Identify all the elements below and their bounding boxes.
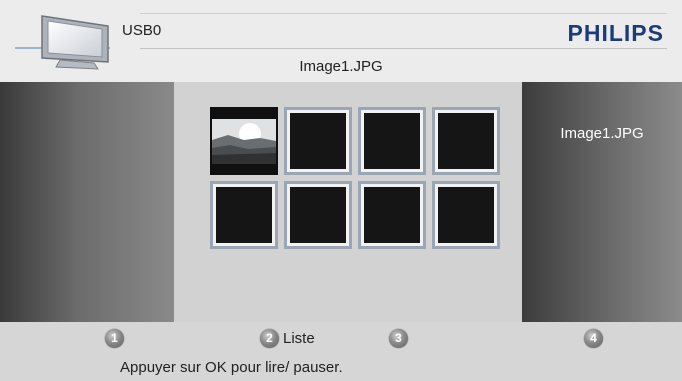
left-panel	[0, 82, 174, 322]
thumbnail[interactable]	[210, 181, 278, 249]
help-hint: Appuyer sur OK pour lire/ pauser.	[120, 359, 343, 376]
info-panel: Image1.JPG	[522, 82, 682, 322]
current-file-name: Image1.JPG	[299, 58, 383, 75]
number-3-icon: 3	[389, 328, 408, 348]
number-2-icon: 2	[260, 328, 279, 348]
info-file-name: Image1.JPG	[560, 125, 644, 142]
header-bar: USB0 PHILIPS Image1.JPG	[0, 0, 682, 82]
thumbnail[interactable]	[432, 181, 500, 249]
thumbnail-browser	[174, 82, 522, 322]
thumbnail-selected[interactable]	[210, 107, 278, 175]
key-2-list[interactable]: 2 Liste	[260, 328, 315, 348]
header-top-divider	[140, 13, 667, 14]
key-1[interactable]: 1	[105, 328, 124, 348]
thumbnail[interactable]	[284, 181, 352, 249]
thumbnail[interactable]	[284, 107, 352, 175]
source-label: USB0	[122, 22, 162, 39]
header-divider	[140, 48, 667, 49]
thumbnail-grid	[210, 107, 500, 249]
key-2-label: Liste	[283, 329, 315, 347]
thumbnail[interactable]	[358, 181, 426, 249]
thumbnail[interactable]	[358, 107, 426, 175]
footer-bar: 1 2 Liste 3 4 Appuyer sur OK pour lire/ …	[0, 322, 682, 381]
key-3[interactable]: 3	[389, 328, 408, 348]
image-thumbnail-icon	[210, 107, 278, 175]
brand-logo: PHILIPS	[567, 20, 664, 46]
key-4[interactable]: 4	[584, 328, 603, 348]
number-1-icon: 1	[105, 328, 124, 348]
number-4-icon: 4	[584, 328, 603, 348]
thumbnail[interactable]	[432, 107, 500, 175]
